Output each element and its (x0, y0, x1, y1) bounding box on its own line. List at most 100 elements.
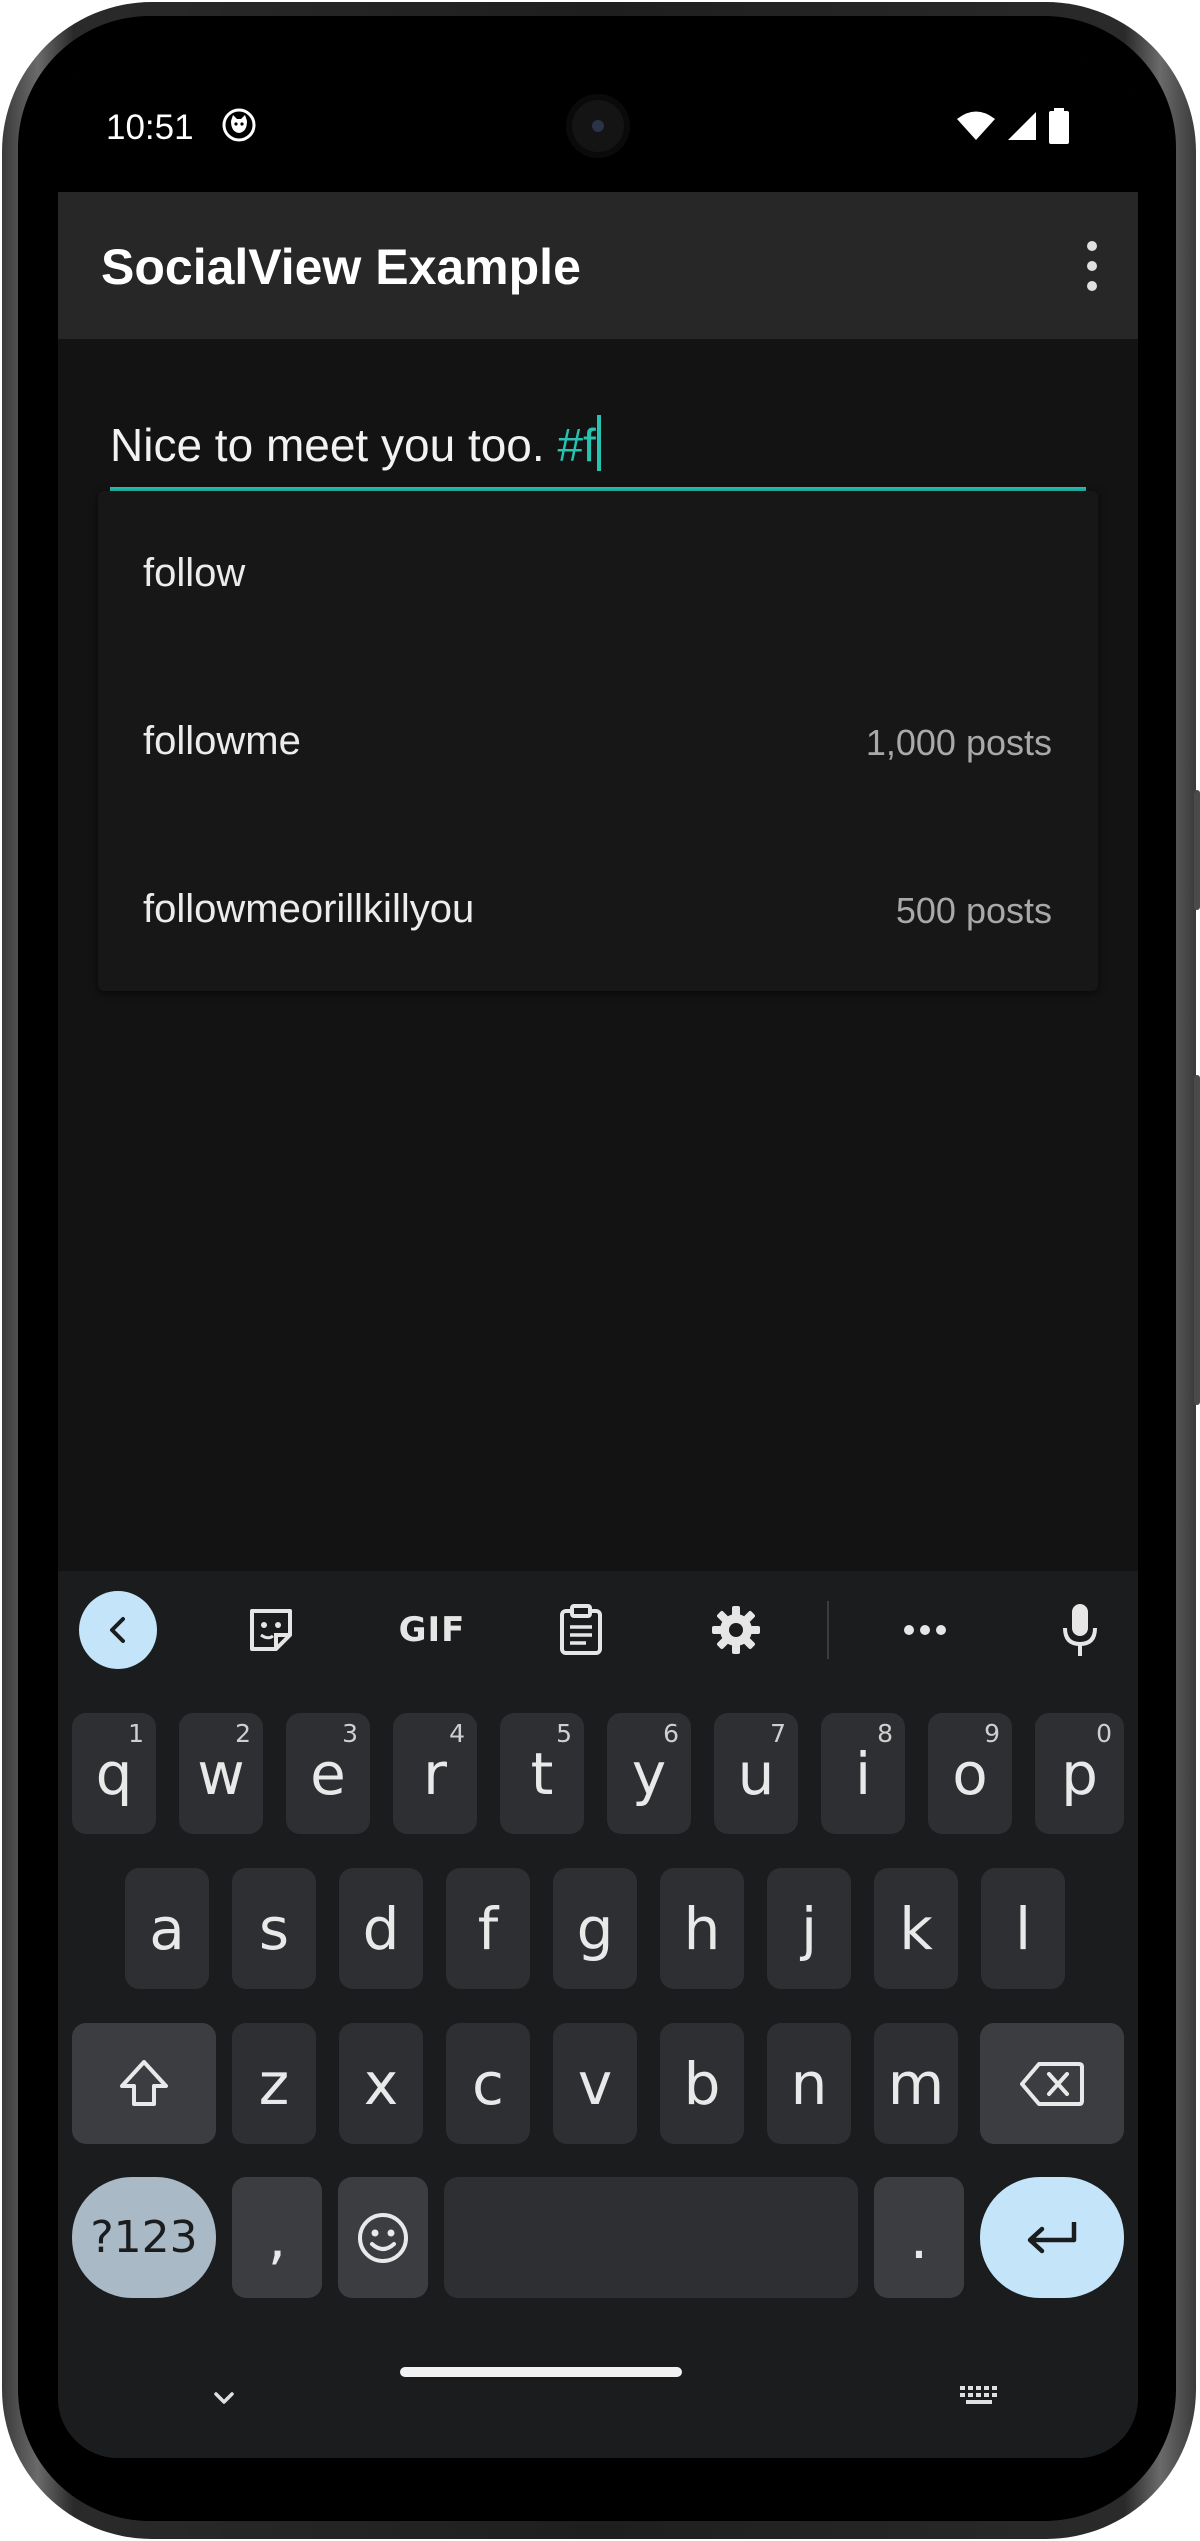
power-button (1194, 790, 1200, 910)
gif-icon[interactable]: GIF (387, 1591, 477, 1669)
symbols-label: ?123 (90, 2212, 198, 2263)
key-e[interactable]: e3 (286, 1713, 370, 1834)
key-label: w (197, 1739, 245, 1808)
text-cursor (596, 415, 601, 471)
key-label: u (737, 1739, 775, 1808)
emoji-key[interactable] (338, 2177, 428, 2298)
edit-text-plain: Nice to meet you too. (110, 419, 558, 471)
key-label: m (887, 2049, 945, 2118)
key-label: e (310, 1739, 346, 1808)
key-label: f (477, 1894, 499, 1963)
key-hint: 4 (449, 1719, 465, 1748)
key-c[interactable]: c (446, 2023, 530, 2144)
key-r[interactable]: r4 (393, 1713, 477, 1834)
key-d[interactable]: d (339, 1868, 423, 1989)
key-hint: 3 (342, 1719, 358, 1748)
key-hint: 8 (877, 1719, 893, 1748)
app-bar: SocialView Example (58, 192, 1138, 339)
volume-button (1194, 1075, 1200, 1405)
suggestion-count: 1,000 posts (865, 722, 1052, 763)
key-v[interactable]: v (553, 2023, 637, 2144)
key-f[interactable]: f (446, 1868, 530, 1989)
suggestion-item[interactable]: followme 1,000 posts (98, 659, 1098, 827)
key-label: o (952, 1739, 988, 1808)
key-hint: 1 (128, 1719, 144, 1748)
phone-device: 10:51 SocialView Example Nice to meet yo… (0, 0, 1200, 2541)
key-b[interactable]: b (660, 2023, 744, 2144)
symbols-key[interactable]: ?123 (72, 2177, 216, 2298)
edit-text-hashtag: #f (557, 419, 596, 471)
key-o[interactable]: o9 (928, 1713, 1012, 1834)
shift-key[interactable] (72, 2023, 216, 2144)
toolbar-divider (827, 1601, 829, 1659)
key-n[interactable]: n (767, 2023, 851, 2144)
key-label: n (790, 2049, 828, 2118)
status-time: 10:51 (106, 108, 194, 147)
suggestion-count: 500 posts (895, 890, 1052, 931)
enter-icon (1027, 2221, 1077, 2253)
microphone-icon[interactable] (1041, 1591, 1119, 1669)
home-gesture-pill[interactable] (400, 2367, 682, 2377)
back-chevron-icon[interactable] (79, 1591, 157, 1669)
key-w[interactable]: w2 (179, 1713, 263, 1834)
key-q[interactable]: q1 (72, 1713, 156, 1834)
front-camera (566, 94, 630, 158)
key-p[interactable]: p0 (1035, 1713, 1124, 1834)
gif-label: GIF (398, 1610, 466, 1650)
key-m[interactable]: m (874, 2023, 958, 2144)
key-label: q (95, 1739, 133, 1808)
hashtag-suggestions-dropdown: follow followme 1,000 posts followmeoril… (98, 491, 1098, 991)
edit-text[interactable]: Nice to meet you too. #f (110, 415, 601, 472)
key-label: h (683, 1894, 721, 1963)
key-label: c (472, 2049, 504, 2118)
key-y[interactable]: y6 (607, 1713, 691, 1834)
key-h[interactable]: h (660, 1868, 744, 1989)
key-g[interactable]: g (553, 1868, 637, 1989)
suggestion-name: followmeorillkillyou (143, 887, 475, 931)
wifi-icon (957, 111, 995, 140)
key-label: x (363, 2049, 399, 2118)
key-x[interactable]: x (339, 2023, 423, 2144)
key-label: , (267, 2203, 287, 2272)
suggestion-item[interactable]: followmeorillkillyou 500 posts (98, 827, 1098, 995)
key-label: t (530, 1739, 554, 1808)
backspace-key[interactable] (980, 2023, 1124, 2144)
key-label: i (854, 1739, 872, 1808)
key-label: r (423, 1739, 447, 1808)
clipboard-icon[interactable] (542, 1591, 620, 1669)
key-label: k (899, 1894, 933, 1963)
key-z[interactable]: z (232, 2023, 316, 2144)
suggestion-item[interactable]: follow (98, 491, 1098, 659)
status-bar: 10:51 (58, 58, 1138, 192)
more-vert-icon[interactable] (1080, 236, 1104, 296)
key-label: p (1061, 1739, 1098, 1808)
key-hint: 7 (770, 1719, 786, 1748)
key-hint: 5 (556, 1719, 572, 1748)
keyboard-toolbar: GIF (58, 1571, 1138, 1689)
hashtag-edit-field[interactable]: Nice to meet you too. #f (110, 409, 1086, 491)
key-label: j (800, 1894, 818, 1963)
emoji-icon (358, 2212, 408, 2263)
key-a[interactable]: a (125, 1868, 209, 1989)
key-label: b (683, 2049, 721, 2118)
key-label: s (258, 1894, 290, 1963)
hide-keyboard-chevron-icon[interactable] (204, 2384, 244, 2414)
keyboard-switch-icon[interactable] (958, 2384, 1002, 2414)
key-i[interactable]: i8 (821, 1713, 905, 1834)
key-s[interactable]: s (232, 1868, 316, 1989)
enter-key[interactable] (980, 2177, 1124, 2298)
key-l[interactable]: l (981, 1868, 1065, 1989)
more-horiz-icon[interactable] (886, 1591, 964, 1669)
key-label: g (576, 1894, 614, 1963)
settings-gear-icon[interactable] (697, 1591, 775, 1669)
key-t[interactable]: t5 (500, 1713, 584, 1834)
sticker-icon[interactable] (232, 1591, 310, 1669)
key-j[interactable]: j (767, 1868, 851, 1989)
key-hint: 0 (1096, 1719, 1112, 1748)
space-key[interactable] (444, 2177, 858, 2298)
suggestion-name: followme (143, 719, 301, 763)
key-k[interactable]: k (874, 1868, 958, 1989)
key-u[interactable]: u7 (714, 1713, 798, 1834)
comma-key[interactable]: , (232, 2177, 322, 2298)
period-key[interactable]: . (874, 2177, 964, 2298)
